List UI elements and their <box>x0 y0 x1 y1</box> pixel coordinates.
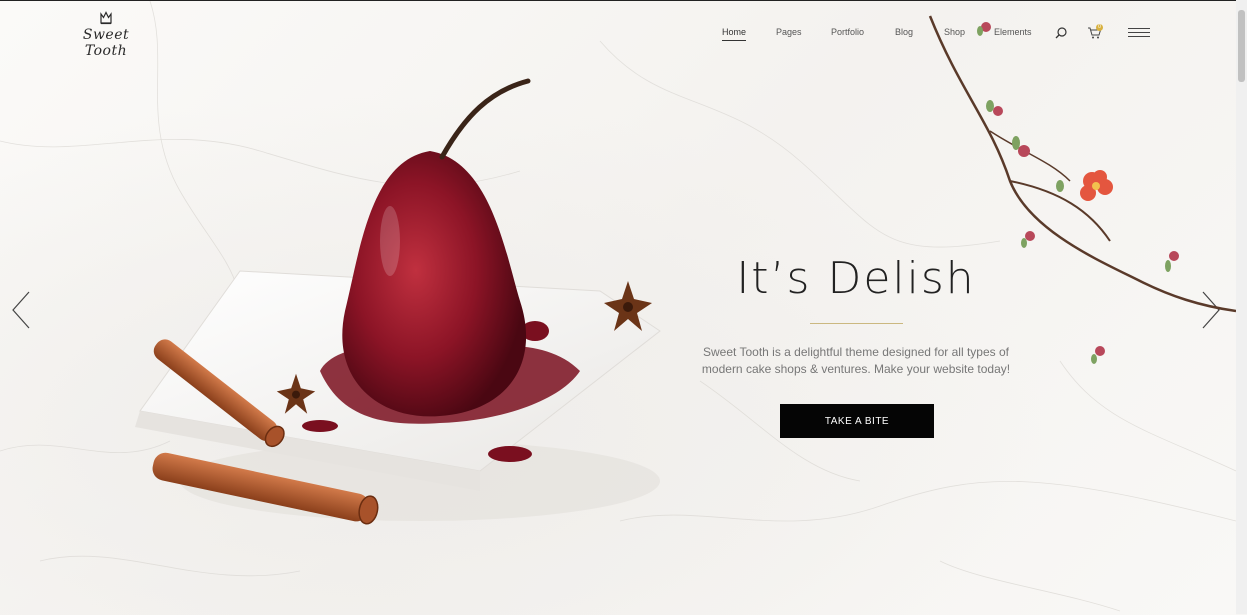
hero-headline: It’s Delish <box>736 253 976 304</box>
hero-description: Sweet Tooth is a delightful theme design… <box>701 345 1011 376</box>
take-a-bite-button[interactable]: TAKE A BITE <box>780 404 934 438</box>
nav-item-label: Pages <box>776 27 802 37</box>
nav-item-label: Portfolio <box>831 27 865 37</box>
chevron-left-icon[interactable] <box>10 290 32 330</box>
nav-item-portfolio[interactable]: Portfolio <box>831 27 864 37</box>
crown-icon <box>100 11 112 25</box>
poached-pear-image <box>135 78 661 525</box>
page-scrollbar[interactable] <box>1236 0 1247 614</box>
nav-item-label: Home <box>722 27 747 37</box>
nav-item-home[interactable]: Home <box>722 27 747 41</box>
headline-divider <box>810 323 903 324</box>
nav-item-label: Blog <box>895 27 914 37</box>
nav-item-blog[interactable]: Blog <box>895 27 913 37</box>
nav-item-pages[interactable]: Pages <box>776 27 802 37</box>
hero-slider: Sweet Tooth Home Pages Portfolio Blog Sh… <box>0 0 1236 615</box>
scrollbar-thumb[interactable] <box>1238 10 1245 82</box>
active-underline <box>722 40 747 41</box>
blossom-branch-image <box>928 15 1236 364</box>
